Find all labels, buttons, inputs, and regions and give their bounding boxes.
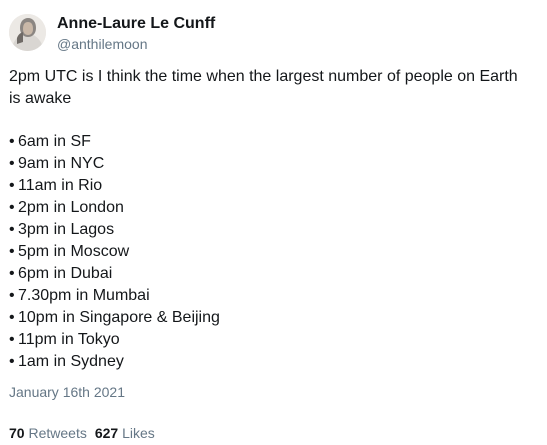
likes-label: Likes <box>122 425 155 441</box>
bullet: • <box>9 221 15 238</box>
list-item-text: 11pm in Tokyo <box>18 331 120 348</box>
tweet-card: Anne-Laure Le Cunff @anthilemoon 2pm UTC… <box>0 0 547 445</box>
tweet-header: Anne-Laure Le Cunff @anthilemoon <box>9 14 215 51</box>
bullet: • <box>9 309 15 326</box>
list-item-text: 2pm in London <box>18 199 124 216</box>
likes-count: 627 <box>94 425 119 441</box>
tweet-date[interactable]: January 16th 2021 <box>9 384 125 400</box>
avatar-image <box>9 14 46 51</box>
list-item: • 7.30pm in Mumbai <box>9 285 529 307</box>
retweets-link[interactable]: 70 Retweets <box>9 425 87 441</box>
list-item: • 11am in Rio <box>9 175 529 197</box>
list-item-text: 5pm in Moscow <box>18 243 130 260</box>
list-item: • 10pm in Singapore & Beijing <box>9 307 529 329</box>
bullet: • <box>9 265 15 282</box>
author-names: Anne-Laure Le Cunff @anthilemoon <box>57 15 215 51</box>
list-item-text: 7.30pm in Mumbai <box>18 287 150 304</box>
retweets-count: 70 <box>9 425 25 441</box>
bullet: • <box>9 199 15 216</box>
list-item: • 1am in Sydney <box>9 351 529 373</box>
list-item-text: 9am in NYC <box>18 155 105 172</box>
bullet: • <box>9 287 15 304</box>
tweet-stats: 70 Retweets 627 Likes <box>9 425 155 441</box>
list-item: • 9am in NYC <box>9 153 529 175</box>
list-item-text: 3pm in Lagos <box>18 221 115 238</box>
timezone-list: • 6am in SF • 9am in NYC • 11am in Rio • 2pm… <box>9 131 529 373</box>
list-item-text: 11am in Rio <box>18 177 103 194</box>
list-item: • 11pm in Tokyo <box>9 329 529 351</box>
bullet: • <box>9 155 15 172</box>
list-item: • 3pm in Lagos <box>9 219 529 241</box>
list-item: • 6am in SF <box>9 131 529 153</box>
list-item: • 2pm in London <box>9 197 529 219</box>
author-display-name[interactable]: Anne-Laure Le Cunff <box>57 15 215 32</box>
bullet: • <box>9 353 15 370</box>
list-item-text: 6am in SF <box>18 133 91 150</box>
list-item-text: 1am in Sydney <box>18 353 124 370</box>
tweet-text: 2pm UTC is I think the time when the lar… <box>9 66 529 373</box>
bullet: • <box>9 133 15 150</box>
author-handle[interactable]: @anthilemoon <box>57 37 215 51</box>
tweet-intro: 2pm UTC is I think the time when the lar… <box>9 68 518 107</box>
list-item: • 5pm in Moscow <box>9 241 529 263</box>
list-item-text: 10pm in Singapore & Beijing <box>18 309 220 326</box>
bullet: • <box>9 243 15 260</box>
avatar[interactable] <box>9 14 46 51</box>
list-item: • 6pm in Dubai <box>9 263 529 285</box>
retweets-label: Retweets <box>28 425 87 441</box>
bullet: • <box>9 177 15 194</box>
bullet: • <box>9 331 15 348</box>
list-item-text: 6pm in Dubai <box>18 265 113 282</box>
likes-link[interactable]: 627 Likes <box>95 425 155 441</box>
